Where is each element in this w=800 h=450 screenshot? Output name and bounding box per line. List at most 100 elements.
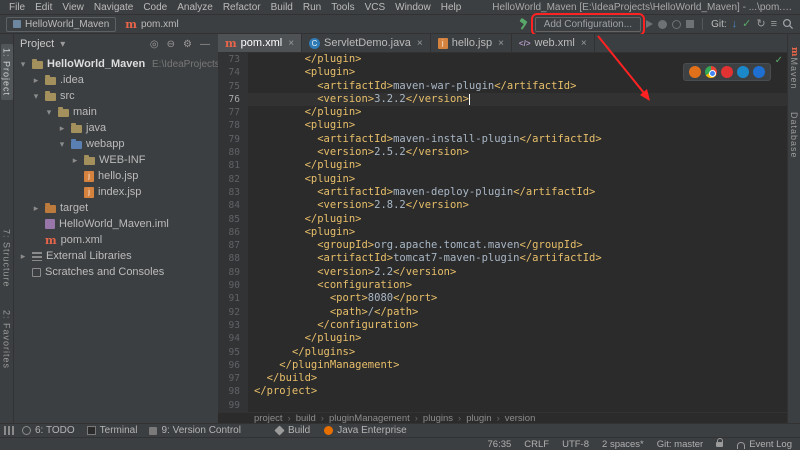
toolwindow-switcher-icon[interactable] bbox=[4, 426, 14, 435]
tree-item-src[interactable]: ▾src bbox=[14, 88, 218, 104]
code-line-81[interactable]: 81 </plugin> bbox=[218, 159, 787, 172]
editor-body[interactable]: 73 </plugin>74 <plugin>75 <artifactId>ma… bbox=[218, 53, 787, 412]
code-line-92[interactable]: 92 <path>/</path> bbox=[218, 306, 787, 319]
git-update-icon[interactable]: ↓ bbox=[732, 19, 738, 30]
lock-icon[interactable] bbox=[716, 442, 723, 447]
tree-item-pom-xml[interactable]: mpom.xml bbox=[14, 232, 218, 248]
stripe-1-project[interactable]: 1: Project bbox=[1, 44, 13, 100]
tree-item-helloworld-maven-iml[interactable]: HelloWorld_Maven.iml bbox=[14, 216, 218, 232]
code-line-95[interactable]: 95 </plugins> bbox=[218, 346, 787, 359]
code-line-90[interactable]: 90 <configuration> bbox=[218, 279, 787, 292]
git-log-icon[interactable]: ≡ bbox=[771, 19, 777, 30]
tree-item-hello-jsp[interactable]: jhello.jsp bbox=[14, 168, 218, 184]
tree-item-helloworld-maven[interactable]: ▾HelloWorld_Maven E:\IdeaProjects\HelloW… bbox=[14, 56, 218, 72]
close-icon[interactable]: × bbox=[581, 38, 587, 49]
code-line-99[interactable]: 99 bbox=[218, 399, 787, 412]
toolwindow-button-terminal[interactable]: Terminal bbox=[81, 425, 144, 436]
menu-item-tools[interactable]: Tools bbox=[326, 2, 359, 13]
menu-item-help[interactable]: Help bbox=[436, 2, 467, 13]
code-line-89[interactable]: 89 <version>2.2</version> bbox=[218, 266, 787, 279]
status-crlf[interactable]: CRLF bbox=[524, 439, 549, 450]
add-configuration-button[interactable]: Add Configuration... bbox=[535, 17, 641, 32]
tab-hello-jsp[interactable]: jhello.jsp× bbox=[431, 34, 512, 52]
tab-pom-xml[interactable]: mpom.xml× bbox=[218, 34, 302, 52]
chevron-right-icon[interactable]: ▸ bbox=[18, 251, 28, 262]
chevron-right-icon[interactable]: ▸ bbox=[57, 123, 67, 134]
tree-item-scratches-and-consoles[interactable]: Scratches and Consoles bbox=[14, 264, 218, 280]
firefox-icon[interactable] bbox=[689, 66, 701, 78]
code-line-87[interactable]: 87 <groupId>org.apache.tomcat.maven</gro… bbox=[218, 239, 787, 252]
close-icon[interactable]: × bbox=[288, 38, 294, 49]
chevron-right-icon[interactable]: ▸ bbox=[31, 75, 41, 86]
toolwindow-button-6-todo[interactable]: 6: TODO bbox=[16, 425, 81, 436]
opera-icon[interactable] bbox=[721, 66, 733, 78]
toolwindow-button-build[interactable]: Build bbox=[269, 425, 316, 436]
code-line-78[interactable]: 78 <plugin> bbox=[218, 119, 787, 132]
tab-servletdemo-java[interactable]: CServletDemo.java× bbox=[302, 34, 431, 52]
chevron-down-icon[interactable]: ▾ bbox=[58, 39, 67, 50]
menu-item-edit[interactable]: Edit bbox=[30, 2, 57, 13]
chevron-down-icon[interactable]: ▾ bbox=[18, 59, 28, 70]
menu-item-file[interactable]: File bbox=[4, 2, 30, 13]
event-log-button[interactable]: Event Log bbox=[737, 439, 792, 450]
tree-item-external-libraries[interactable]: ▸External Libraries bbox=[14, 248, 218, 264]
code-line-96[interactable]: 96 </pluginManagement> bbox=[218, 359, 787, 372]
breadcrumb-build[interactable]: build bbox=[296, 413, 316, 424]
breadcrumb-pluginmanagement[interactable]: pluginManagement bbox=[329, 413, 410, 424]
collapse-all-icon[interactable]: ⊖ bbox=[165, 39, 177, 50]
code-line-82[interactable]: 82 <plugin> bbox=[218, 173, 787, 186]
menu-item-navigate[interactable]: Navigate bbox=[89, 2, 138, 13]
close-icon[interactable]: × bbox=[498, 38, 504, 49]
tree-item-target[interactable]: ▸target bbox=[14, 200, 218, 216]
menu-item-run[interactable]: Run bbox=[298, 2, 326, 13]
navbar-project-chip[interactable]: HelloWorld_Maven bbox=[6, 17, 116, 32]
breadcrumb-plugins[interactable]: plugins bbox=[423, 413, 453, 424]
breadcrumb-plugin[interactable]: plugin bbox=[466, 413, 491, 424]
stripe-7-structure[interactable]: 7: Structure bbox=[1, 225, 13, 292]
hide-panel-icon[interactable]: — bbox=[198, 39, 212, 50]
navbar-file-chip[interactable]: m pom.xml bbox=[121, 18, 182, 31]
code-line-80[interactable]: 80 <version>2.5.2</version> bbox=[218, 146, 787, 159]
stripe-database[interactable]: Database bbox=[788, 108, 800, 163]
code-line-91[interactable]: 91 <port>8080</port> bbox=[218, 292, 787, 305]
menu-item-vcs[interactable]: VCS bbox=[360, 2, 391, 13]
menu-item-analyze[interactable]: Analyze bbox=[172, 2, 218, 13]
status-2-spaces[interactable]: 2 spaces* bbox=[602, 439, 644, 450]
tab-web-xml[interactable]: </>web.xml× bbox=[512, 34, 595, 52]
status-76-35[interactable]: 76:35 bbox=[488, 439, 512, 450]
code-line-84[interactable]: 84 <version>2.8.2</version> bbox=[218, 199, 787, 212]
stripe-maven[interactable]: mMaven bbox=[788, 43, 800, 94]
code-line-88[interactable]: 88 <artifactId>tomcat7-maven-plugin</art… bbox=[218, 252, 787, 265]
code-line-93[interactable]: 93 </configuration> bbox=[218, 319, 787, 332]
toolwindow-button-9-version-control[interactable]: 9: Version Control bbox=[143, 425, 247, 436]
code-line-97[interactable]: 97 </build> bbox=[218, 372, 787, 385]
chevron-right-icon[interactable]: ▸ bbox=[31, 203, 41, 214]
code-line-75[interactable]: 75 <artifactId>maven-war-plugin</artifac… bbox=[218, 80, 787, 93]
menu-item-refactor[interactable]: Refactor bbox=[218, 2, 266, 13]
inspections-ok-icon[interactable]: ✓ bbox=[775, 55, 783, 66]
status-git-master[interactable]: Git: master bbox=[657, 439, 703, 450]
build-hammer-icon[interactable] bbox=[517, 18, 530, 31]
tree-item-idea[interactable]: ▸.idea bbox=[14, 72, 218, 88]
safari-icon[interactable] bbox=[737, 66, 749, 78]
toolwindow-button-java-enterprise[interactable]: Java Enterprise bbox=[318, 425, 412, 436]
breadcrumb-version[interactable]: version bbox=[505, 413, 536, 424]
menu-item-code[interactable]: Code bbox=[138, 2, 172, 13]
chevron-down-icon[interactable]: ▾ bbox=[31, 91, 41, 102]
tree-item-web-inf[interactable]: ▸WEB-INF bbox=[14, 152, 218, 168]
git-commit-icon[interactable]: ✓ bbox=[742, 19, 751, 30]
stripe-2-favorites[interactable]: 2: Favorites bbox=[1, 306, 13, 373]
locate-file-icon[interactable]: ◎ bbox=[148, 39, 161, 50]
search-everywhere-icon[interactable] bbox=[782, 18, 794, 30]
tree-item-webapp[interactable]: ▾webapp bbox=[14, 136, 218, 152]
code-line-98[interactable]: 98</project> bbox=[218, 385, 787, 398]
code-line-79[interactable]: 79 <artifactId>maven-install-plugin</art… bbox=[218, 133, 787, 146]
code-line-76[interactable]: 76 <version>3.2.2</version> bbox=[218, 93, 787, 106]
run-icon[interactable] bbox=[646, 20, 653, 28]
status-utf-8[interactable]: UTF-8 bbox=[562, 439, 589, 450]
chrome-icon[interactable] bbox=[705, 66, 717, 78]
settings-gear-icon[interactable]: ⚙ bbox=[181, 39, 194, 50]
profiler-icon[interactable] bbox=[672, 20, 681, 29]
menu-item-window[interactable]: Window bbox=[390, 2, 436, 13]
code-line-94[interactable]: 94 </plugin> bbox=[218, 332, 787, 345]
